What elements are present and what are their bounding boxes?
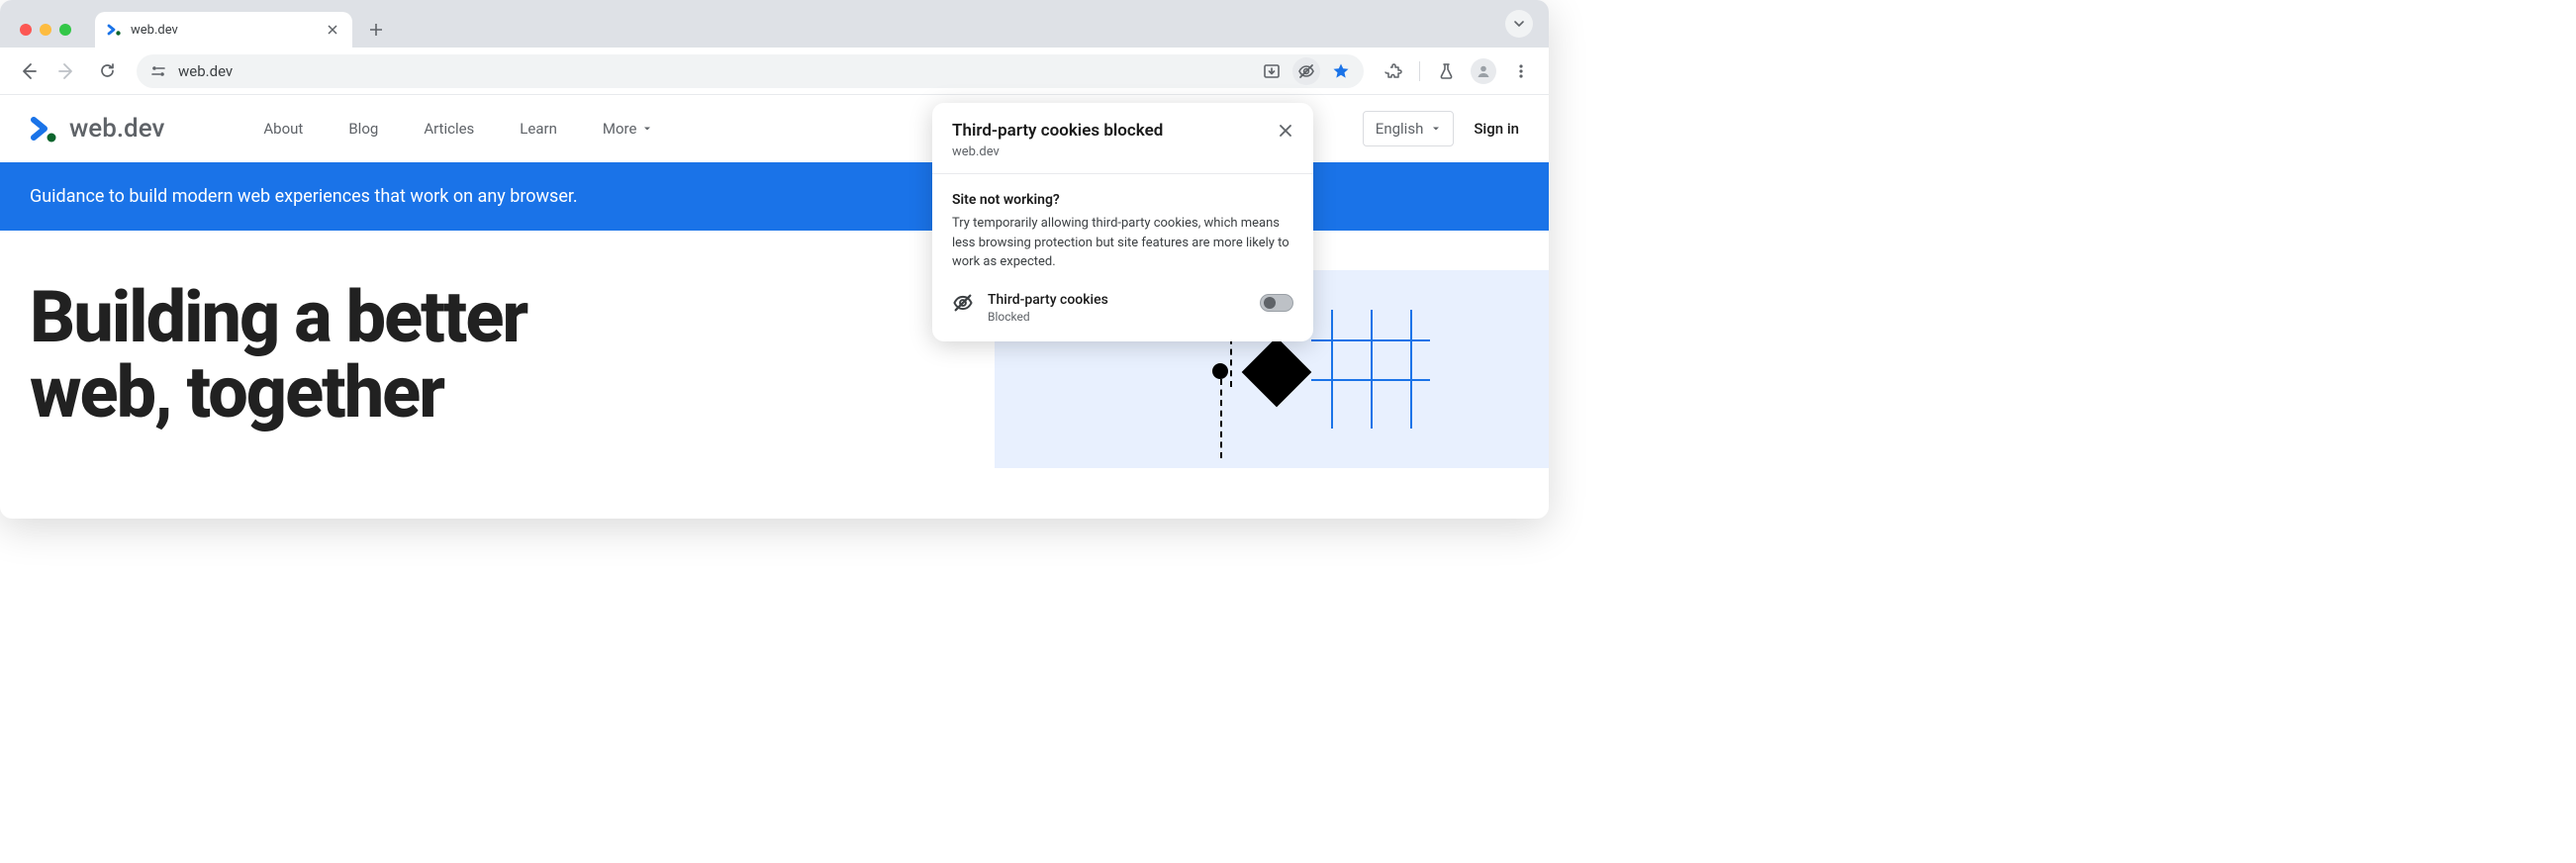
window-close-button[interactable] [20, 24, 32, 36]
webdev-favicon [107, 22, 123, 38]
webdev-logo-icon [30, 114, 59, 144]
cookies-popover: Third-party cookies blocked web.dev Site… [932, 103, 1313, 341]
popover-description: Try temporarily allowing third-party coo… [952, 214, 1293, 272]
nav-articles[interactable]: Articles [424, 120, 474, 138]
menu-button[interactable] [1505, 55, 1537, 87]
back-button[interactable] [12, 55, 44, 87]
browser-window: web.dev [0, 0, 1549, 519]
eye-blocked-icon [952, 292, 974, 318]
profile-button[interactable] [1468, 55, 1499, 87]
browser-toolbar: web.dev [0, 48, 1549, 95]
site-header-right: English Sign in [1363, 111, 1519, 146]
cookies-blocked-icon[interactable] [1292, 57, 1320, 85]
site-logo-text: web.dev [69, 114, 164, 144]
tab-title: web.dev [131, 23, 317, 38]
popover-question: Site not working? [952, 192, 1293, 208]
page-content: web.dev About Blog Articles Learn More E… [0, 95, 1549, 519]
nav-about[interactable]: About [263, 120, 303, 138]
cookie-toggle-label: Third-party cookies [988, 292, 1246, 308]
popover-title: Third-party cookies blocked [952, 121, 1293, 141]
new-tab-button[interactable] [362, 16, 390, 44]
language-label: English [1376, 120, 1424, 138]
forward-button[interactable] [51, 55, 83, 87]
cookie-toggle-status: Blocked [988, 310, 1246, 324]
site-controls-icon[interactable] [150, 63, 166, 79]
chevron-down-icon [642, 124, 652, 134]
reload-button[interactable] [91, 55, 123, 87]
chevron-down-icon [1431, 124, 1441, 134]
site-logo[interactable]: web.dev [30, 114, 164, 144]
language-picker[interactable]: English [1363, 111, 1455, 146]
signin-link[interactable]: Sign in [1474, 120, 1519, 138]
popover-close-button[interactable] [1276, 121, 1295, 141]
window-controls [12, 24, 83, 48]
nav-more-label: More [603, 120, 637, 138]
toolbar-right [1378, 55, 1537, 87]
popover-header: Third-party cookies blocked web.dev [932, 103, 1313, 174]
popover-site: web.dev [952, 144, 1293, 159]
bookmark-star-icon[interactable] [1332, 62, 1350, 80]
extensions-icon[interactable] [1378, 55, 1409, 87]
cookie-toggle[interactable] [1260, 294, 1293, 312]
banner: Guidance to build modern web experiences… [0, 162, 1549, 231]
tab-close-button[interactable] [325, 22, 340, 38]
nav-more[interactable]: More [603, 120, 653, 138]
tab-strip: web.dev [0, 0, 1549, 48]
install-app-icon[interactable] [1263, 62, 1281, 80]
hero: Building a better web, together [0, 231, 1549, 479]
window-minimize-button[interactable] [40, 24, 51, 36]
toggle-knob [1264, 297, 1276, 309]
banner-text: Guidance to build modern web experiences… [30, 186, 578, 207]
url-text: web.dev [178, 62, 1251, 80]
browser-tab[interactable]: web.dev [95, 12, 352, 48]
tab-overflow-button[interactable] [1505, 10, 1533, 38]
nav-blog[interactable]: Blog [348, 120, 378, 138]
avatar-icon [1471, 58, 1496, 84]
toolbar-divider [1419, 61, 1420, 81]
cookie-toggle-row: Third-party cookies Blocked [952, 292, 1293, 324]
labs-icon[interactable] [1430, 55, 1462, 87]
popover-body: Site not working? Try temporarily allowi… [932, 174, 1313, 341]
site-header: web.dev About Blog Articles Learn More E… [0, 95, 1549, 162]
address-bar[interactable]: web.dev [137, 54, 1364, 88]
window-zoom-button[interactable] [59, 24, 71, 36]
nav-learn[interactable]: Learn [520, 120, 557, 138]
cookie-toggle-info: Third-party cookies Blocked [988, 292, 1246, 324]
